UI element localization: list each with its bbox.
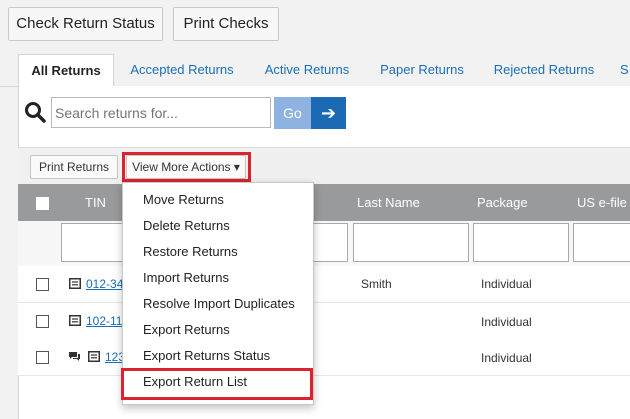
package-cell: Individual	[481, 277, 532, 291]
filter-last-name[interactable]	[353, 223, 469, 262]
search-icon	[25, 102, 46, 123]
tab-all-returns[interactable]: All Returns	[18, 54, 114, 87]
tab-active-returns[interactable]: Active Returns	[258, 54, 356, 86]
tin-link[interactable]: 102-11	[86, 314, 122, 328]
column-header-package[interactable]: Package	[477, 184, 528, 221]
menu-item-export-returns[interactable]: Export Returns	[143, 322, 230, 338]
search-input[interactable]	[51, 97, 271, 128]
print-checks-button[interactable]: Print Checks	[173, 7, 279, 41]
package-cell: Individual	[481, 351, 532, 365]
document-icon	[69, 315, 81, 326]
menu-item-move-returns[interactable]: Move Returns	[143, 192, 224, 208]
menu-item-export-returns-status[interactable]: Export Returns Status	[143, 348, 270, 364]
column-header-us-efile[interactable]: US e-file	[577, 184, 627, 221]
table-header	[18, 184, 630, 221]
menu-item-resolve-import-duplicates[interactable]: Resolve Import Duplicates	[143, 296, 295, 312]
menu-item-import-returns[interactable]: Import Returns	[143, 270, 229, 286]
tab-rejected-returns[interactable]: Rejected Returns	[488, 54, 600, 86]
filter-tin[interactable]	[61, 223, 131, 262]
row-checkbox[interactable]	[36, 278, 49, 291]
comments-icon	[69, 352, 80, 361]
tab-bar: All Returns Accepted Returns Active Retu…	[0, 54, 630, 87]
menu-item-export-return-list[interactable]: Export Return List	[143, 374, 247, 390]
view-more-actions-button[interactable]: View More Actions ▾	[126, 155, 246, 179]
tin-link[interactable]: 012-34	[86, 277, 123, 291]
arrow-right-icon[interactable]: ➔	[311, 97, 346, 129]
tab-paper-returns[interactable]: Paper Returns	[372, 54, 472, 86]
column-header-tin[interactable]: TIN	[85, 184, 106, 221]
last-name-cell: Smith	[361, 277, 392, 291]
menu-item-delete-returns[interactable]: Delete Returns	[143, 218, 230, 234]
select-all-checkbox[interactable]	[36, 197, 49, 210]
document-icon	[69, 278, 81, 289]
go-button[interactable]: Go	[274, 97, 311, 129]
print-returns-button[interactable]: Print Returns	[30, 155, 118, 179]
document-icon	[88, 351, 100, 362]
tab-more[interactable]: S	[620, 54, 630, 86]
menu-item-restore-returns[interactable]: Restore Returns	[143, 244, 238, 260]
filter-package[interactable]	[473, 223, 569, 262]
tab-accepted-returns[interactable]: Accepted Returns	[122, 54, 242, 86]
check-return-status-button[interactable]: Check Return Status	[8, 7, 163, 41]
filter-us-efile[interactable]	[573, 223, 630, 262]
row-checkbox[interactable]	[36, 351, 49, 364]
column-header-last-name[interactable]: Last Name	[357, 184, 420, 221]
package-cell: Individual	[481, 315, 532, 329]
row-checkbox[interactable]	[36, 315, 49, 328]
